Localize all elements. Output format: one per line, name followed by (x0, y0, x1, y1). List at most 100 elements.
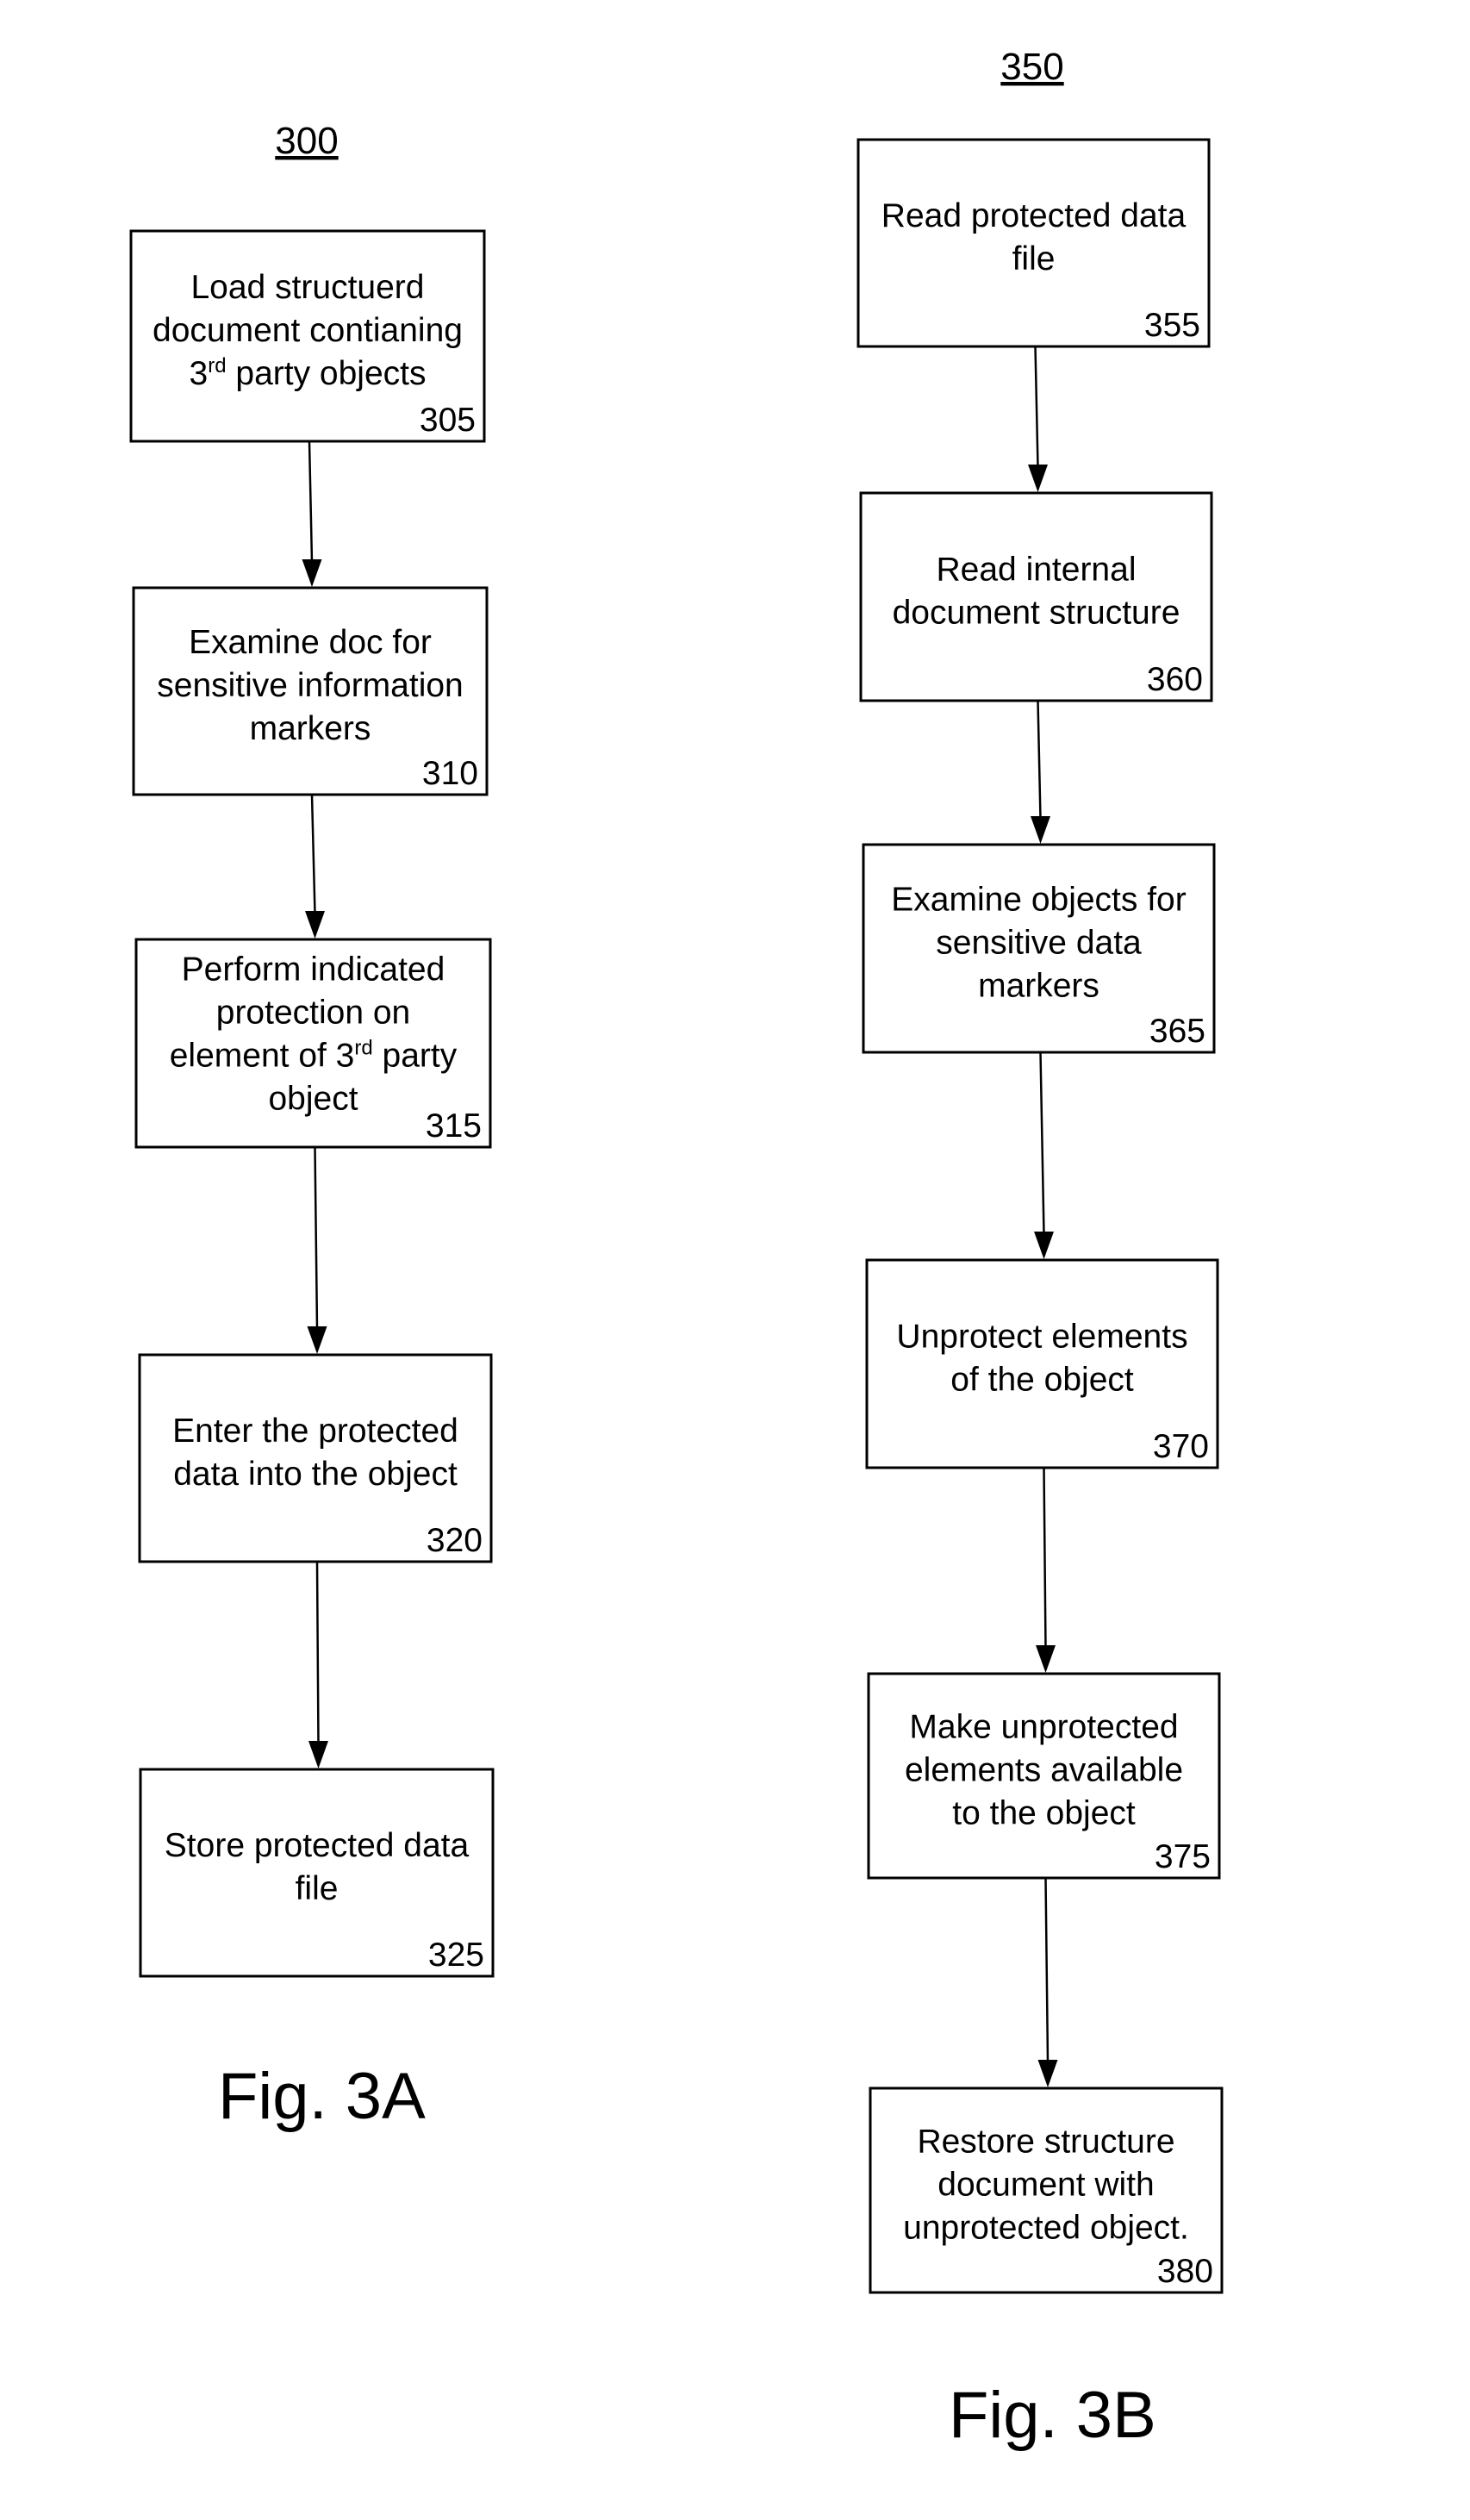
step-label-line: element of 3rd party (170, 1037, 458, 1075)
label-text: party objects (227, 355, 427, 392)
flow-step-360: Read internal document structure 360 (859, 491, 1213, 702)
arrow-line (308, 440, 314, 563)
flow-arrow (1037, 1877, 1058, 2087)
label-text: markers (250, 710, 371, 747)
label-text: file (296, 1870, 339, 1907)
step-label-line: Store protected data (165, 1827, 470, 1864)
figure-3a-reference-label: 300 (275, 120, 338, 162)
arrowhead-icon (1028, 465, 1048, 492)
label-text: Examine doc for (189, 624, 432, 661)
label-text: protection on (216, 995, 411, 1032)
step-label-line: markers (250, 710, 371, 747)
flow-step-315: Perform indicated protection on element of… (134, 938, 492, 1149)
label-text: element of 3 (170, 1038, 355, 1075)
arrowhead-icon (1037, 2060, 1058, 2087)
flow-arrow (302, 440, 322, 587)
label-text: Unprotect elements (896, 1319, 1187, 1356)
step-label-line: Examine doc for (189, 624, 432, 661)
label-text: document with (937, 2167, 1154, 2204)
step-reference-number: 375 (1155, 1838, 1211, 1875)
label-text: Store protected data (165, 1827, 470, 1864)
flow-step-375: Make unprotected elements available to the… (867, 1672, 1221, 1880)
label-text: Examine objects for (891, 882, 1187, 919)
label-text: sensitive data (936, 925, 1142, 962)
step-label-line: Unprotect elements (896, 1319, 1187, 1356)
step-label-line: Examine objects for (891, 882, 1187, 919)
label-text: Perform indicated (182, 951, 445, 989)
arrowhead-icon (308, 1741, 328, 1768)
arrowhead-icon (1034, 1232, 1054, 1259)
step-label-line: sensitive information (157, 667, 464, 704)
label-text: Load structuerd (190, 269, 424, 306)
label-text: markers (978, 968, 1099, 1005)
step-reference-number: 310 (422, 755, 478, 792)
patent-flowchart-figure: 300 350 Load structuerd document contiani… (129, 46, 1224, 2452)
arrow-line (1044, 1877, 1050, 2063)
flow-arrow (307, 1146, 327, 1354)
arrow-line (314, 1146, 319, 1330)
step-label-line: data into the object (173, 1456, 458, 1493)
flow-arrow (305, 794, 325, 939)
step-label-line: Read protected data (881, 197, 1187, 234)
arrow-line (315, 1561, 320, 1744)
label-text: elements available (905, 1752, 1183, 1789)
label-text: Make unprotected (909, 1709, 1178, 1746)
step-reference-number: 305 (420, 402, 476, 439)
step-label-line: Read internal (937, 552, 1137, 589)
label-text: Read protected data (881, 197, 1187, 234)
step-label-line: document structure (893, 595, 1180, 632)
label-text: file (1012, 240, 1056, 278)
arrow-line (1037, 700, 1042, 820)
step-reference-number: 325 (428, 1937, 484, 1974)
step-label-line: to the object (952, 1795, 1136, 1832)
flow-arrow (1034, 1051, 1054, 1259)
step-reference-number: 360 (1147, 661, 1203, 698)
figure-3a-flowchart: Load structuerddocument contianing3rd pa… (129, 229, 495, 1978)
step-label-line: Make unprotected (909, 1709, 1178, 1746)
step-label-line: file (296, 1870, 339, 1907)
step-reference-number: 380 (1157, 2253, 1213, 2290)
figure-3b-caption: Fig. 3B (949, 2379, 1156, 2452)
label-text: sensitive information (157, 667, 464, 704)
arrowhead-icon (302, 559, 322, 587)
arrow-line (1039, 1051, 1045, 1235)
flow-arrow (1028, 346, 1048, 492)
flow-arrow (308, 1561, 328, 1768)
superscript-text: rd (354, 1037, 372, 1060)
step-label-line: Enter the protected (172, 1413, 458, 1450)
figure-3b-reference-label: 350 (1000, 46, 1063, 88)
flow-arrow (1036, 1467, 1056, 1673)
label-text: party (373, 1038, 458, 1075)
step-label-line: Perform indicated (182, 951, 445, 989)
arrow-line (1034, 346, 1039, 468)
step-label-line: file (1012, 240, 1056, 278)
label-text: object (268, 1081, 358, 1118)
flow-step-380: Restore structure document with unprotecte… (869, 2086, 1224, 2294)
arrowhead-icon (305, 911, 325, 939)
flow-step-310: Examine doc for sensitive information mark… (132, 586, 489, 796)
flow-step-325: Store protected data file 325 (139, 1768, 495, 1978)
step-label-line: markers (978, 968, 1099, 1005)
step-label-line: Load structuerd (190, 269, 424, 306)
flow-step-365: Examine objects for sensitive data markers… (862, 843, 1216, 1054)
step-reference-number: 320 (427, 1522, 483, 1559)
label-text: document contianing (153, 312, 463, 349)
flow-step-355: Read protected data file 355 (856, 138, 1211, 348)
label-text: 3 (190, 355, 209, 392)
superscript-text: rd (208, 354, 226, 377)
step-label-line: sensitive data (936, 925, 1142, 962)
arrowhead-icon (307, 1326, 327, 1354)
label-text: Restore structure (917, 2124, 1174, 2161)
step-label-line: document contianing (153, 312, 463, 349)
label-text: unprotected object. (903, 2210, 1189, 2247)
step-reference-number: 315 (426, 1107, 482, 1145)
flow-step-370: Unprotect elements of the object 370 (865, 1258, 1219, 1469)
label-text: of the object (950, 1362, 1134, 1399)
step-label-line: Restore structure (917, 2124, 1174, 2161)
label-text: Read internal (937, 552, 1137, 589)
arrow-line (310, 794, 316, 914)
step-reference-number: 355 (1144, 307, 1200, 344)
step-label-line: of the object (950, 1362, 1134, 1399)
step-label-line: protection on (216, 995, 411, 1032)
arrowhead-icon (1031, 816, 1050, 844)
